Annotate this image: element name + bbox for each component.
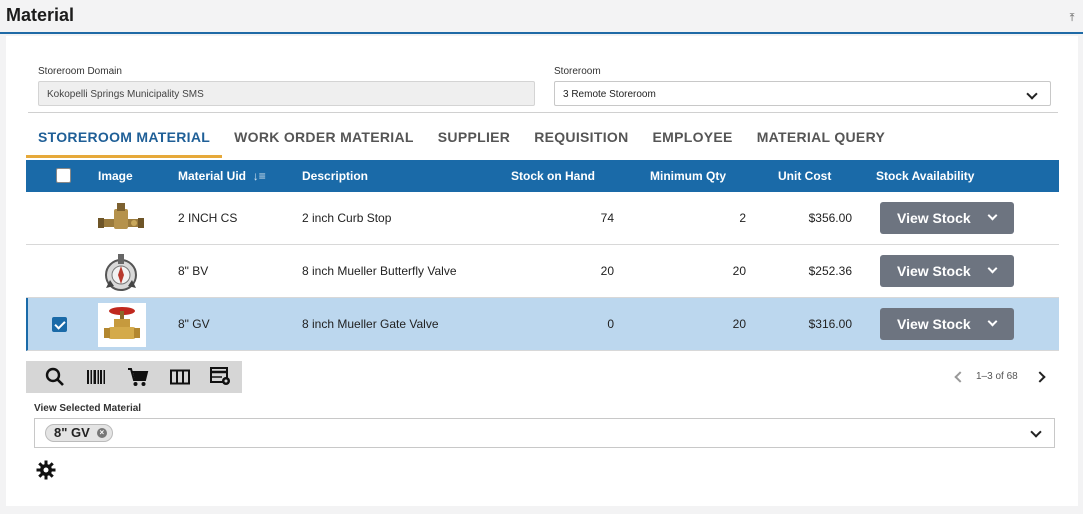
unit-cost: $356.00 [808,211,852,225]
tab-material-query[interactable]: MATERIAL QUERY [745,124,897,158]
remove-chip-icon[interactable]: × [96,428,107,438]
storeroom-domain-label: Storeroom Domain [38,66,122,77]
view-stock-label: View Stock [897,263,971,279]
material-uid: 8" GV [178,317,210,331]
chevron-down-icon [987,210,998,221]
collapse-icon[interactable]: ⤒ [1066,12,1078,24]
selected-material-chip[interactable]: 8" GV × [45,424,113,442]
material-description: 8 inch Mueller Gate Valve [302,317,439,331]
gate-valve-image [98,303,146,347]
material-description: 2 inch Curb Stop [302,211,392,225]
view-selected-material-label: View Selected Material [34,403,142,414]
butterfly-valve-image [96,250,146,294]
material-uid: 2 INCH CS [178,211,238,225]
material-grid: Image Material Uid ↓≡ Description Stock … [26,160,1059,351]
tab-storeroom-material[interactable]: STOREROOM MATERIAL [26,124,223,158]
chevron-down-icon [987,316,998,327]
col-material-uid-label: Material Uid [178,169,247,183]
view-stock-label: View Stock [897,210,971,226]
storeroom-domain-field: Kokopelli Springs Municipality SMS [38,81,535,106]
row-checkbox[interactable] [52,317,67,332]
columns-icon[interactable] [159,361,201,393]
material-uid: 8" BV [178,264,209,278]
grid-settings-icon[interactable] [200,361,242,393]
sort-icon[interactable]: ↓≡ [249,169,266,183]
col-unit-cost: Unit Cost [778,169,832,183]
minimum-qty: 20 [732,264,746,278]
storeroom-label: Storeroom [554,66,601,77]
gear-icon[interactable] [36,460,56,485]
minimum-qty: 20 [732,317,746,331]
col-material-uid[interactable]: Material Uid ↓≡ [178,169,266,183]
col-minimum-qty: Minimum Qty [650,169,727,183]
stock-on-hand: 0 [607,317,614,331]
curb-stop-image [96,197,146,241]
material-description: 8 inch Mueller Butterfly Valve [302,264,457,278]
minimum-qty: 2 [739,211,746,225]
divider [28,112,1058,113]
title-bar: Material ⤒ [0,0,1083,34]
selected-material-chip-label: 8" GV [54,425,90,440]
col-description: Description [302,169,369,183]
grid-header: Image Material Uid ↓≡ Description Stock … [26,160,1059,192]
stock-on-hand: 20 [600,264,614,278]
barcode-icon[interactable] [76,361,118,393]
select-all-checkbox[interactable] [56,168,71,183]
table-row[interactable]: 2 INCH CS 2 inch Curb Stop 74 2 $356.00 … [26,192,1059,245]
cart-icon[interactable] [117,361,159,393]
view-stock-button[interactable]: View Stock [880,308,1014,340]
view-selected-material-select[interactable]: 8" GV × [34,418,1055,448]
col-stock-on-hand: Stock on Hand [511,169,596,183]
tab-requisition[interactable]: REQUISITION [522,124,640,158]
chevron-right-icon[interactable] [1034,371,1046,383]
col-stock-availability: Stock Availability [876,169,975,183]
tab-employee[interactable]: EMPLOYEE [641,124,745,158]
chevron-down-icon [987,263,998,274]
unit-cost: $252.36 [808,264,852,278]
view-stock-button[interactable]: View Stock [880,255,1014,287]
table-row[interactable]: 8" GV 8 inch Mueller Gate Valve 0 20 $31… [26,298,1059,351]
material-panel: Storeroom Domain Kokopelli Springs Munic… [6,36,1078,506]
storeroom-select-value: 3 Remote Storeroom [563,89,656,100]
pagination-range: 1–3 of 68 [976,371,1018,382]
grid-toolbar [26,361,242,393]
stock-on-hand: 74 [600,211,614,225]
tab-supplier[interactable]: SUPPLIER [426,124,522,158]
view-stock-label: View Stock [897,316,971,332]
col-image: Image [98,169,133,183]
chevron-down-icon [1026,88,1038,100]
material-page: Material ⤒ Storeroom Domain Kokopelli Sp… [0,0,1083,514]
storeroom-select[interactable]: 3 Remote Storeroom [554,81,1051,106]
chevron-down-icon [1030,426,1042,438]
page-title: Material [6,5,75,25]
tab-bar: STOREROOM MATERIAL WORK ORDER MATERIAL S… [26,124,897,158]
view-stock-button[interactable]: View Stock [880,202,1014,234]
search-icon[interactable] [34,361,76,393]
tab-work-order-material[interactable]: WORK ORDER MATERIAL [222,124,426,158]
unit-cost: $316.00 [808,317,852,331]
table-row[interactable]: 8" BV 8 inch Mueller Butterfly Valve 20 … [26,245,1059,298]
chevron-left-icon[interactable] [954,371,966,383]
